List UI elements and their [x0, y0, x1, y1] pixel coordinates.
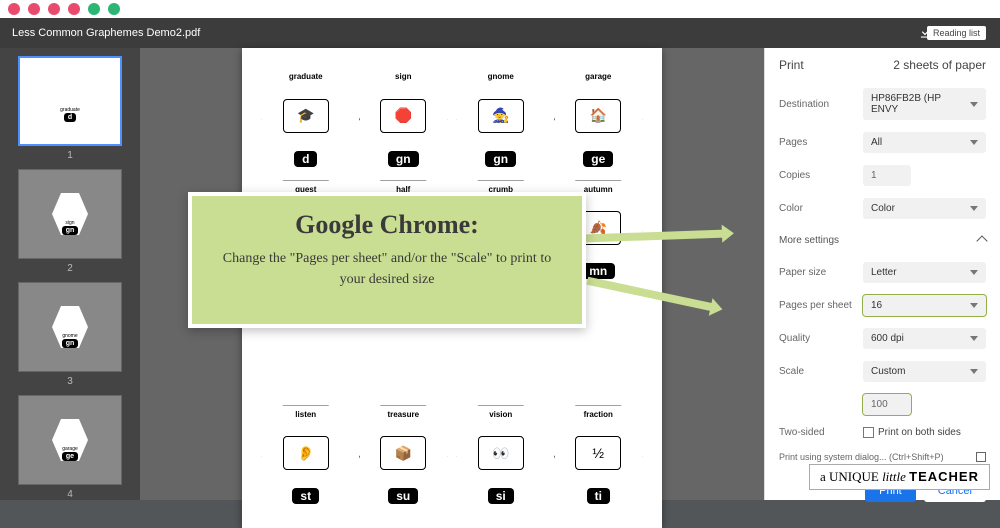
hexagon-card: garage🏠ge [553, 66, 645, 173]
page-thumbnail[interactable]: gnomegn [18, 282, 122, 372]
thumbnail-number: 2 [18, 263, 122, 274]
page-thumbnail[interactable]: signgn [18, 169, 122, 259]
pdf-toolbar: Less Common Graphemes Demo2.pdf [0, 18, 1000, 48]
destination-label: Destination [779, 99, 857, 110]
chevron-down-icon [970, 102, 978, 107]
print-settings-panel: Print 2 sheets of paper Destination HP86F… [764, 48, 1000, 500]
chevron-down-icon [970, 206, 978, 211]
hexagon-card: fraction½ti [553, 404, 645, 511]
external-link-icon [976, 452, 986, 462]
browser-tab[interactable] [8, 3, 20, 15]
reading-list-button[interactable]: Reading list [927, 26, 986, 40]
chevron-down-icon [970, 369, 978, 374]
two-sided-text: Print on both sides [878, 427, 961, 438]
hexagon-card: sign🛑gn [358, 66, 450, 173]
callout-body: Change the "Pages per sheet" and/or the … [214, 248, 560, 290]
paper-size-select[interactable]: Letter [863, 262, 986, 283]
brand-watermark: a UNIQUE little TEACHER [809, 464, 990, 490]
quality-label: Quality [779, 333, 857, 344]
page-thumbnail[interactable]: graduated [18, 56, 122, 146]
pages-per-sheet-select[interactable]: 16 [863, 295, 986, 316]
browser-tab[interactable] [88, 3, 100, 15]
hexagon-card: gnome🧙gn [455, 66, 547, 173]
copies-input[interactable] [863, 165, 911, 186]
quality-select[interactable]: 600 dpi [863, 328, 986, 349]
hexagon-card: listen👂st [260, 404, 352, 511]
pages-per-sheet-label: Pages per sheet [779, 300, 857, 311]
pages-select[interactable]: All [863, 132, 986, 153]
copies-label: Copies [779, 170, 857, 181]
thumbnail-number: 3 [18, 376, 122, 387]
sheet-count: 2 sheets of paper [893, 58, 986, 72]
two-sided-checkbox[interactable] [863, 427, 874, 438]
color-select[interactable]: Color [863, 198, 986, 219]
hexagon-card: vision👀si [455, 404, 547, 511]
two-sided-label: Two-sided [779, 427, 857, 438]
browser-tab[interactable] [108, 3, 120, 15]
pages-label: Pages [779, 137, 857, 148]
browser-tab[interactable] [68, 3, 80, 15]
chevron-down-icon [970, 140, 978, 145]
callout-title: Google Chrome: [214, 210, 560, 240]
more-settings-toggle[interactable]: More settings [765, 225, 1000, 256]
chevron-down-icon [970, 303, 978, 308]
hexagon-card: treasure📦su [358, 404, 450, 511]
destination-select[interactable]: HP86FB2B (HP ENVY [863, 88, 986, 120]
scale-input[interactable] [863, 394, 911, 415]
scale-label: Scale [779, 366, 857, 377]
print-title: Print [779, 58, 804, 72]
thumbnail-number: 1 [18, 150, 122, 161]
browser-tab-strip [0, 0, 1000, 18]
page-thumbnail[interactable]: garagege [18, 395, 122, 485]
scale-select[interactable]: Custom [863, 361, 986, 382]
chevron-down-icon [970, 270, 978, 275]
chevron-down-icon [970, 336, 978, 341]
color-label: Color [779, 203, 857, 214]
browser-tab[interactable] [28, 3, 40, 15]
browser-tab[interactable] [48, 3, 60, 15]
paper-size-label: Paper size [779, 267, 857, 278]
pdf-filename: Less Common Graphemes Demo2.pdf [12, 27, 200, 39]
chevron-up-icon [976, 235, 987, 246]
instruction-callout: Google Chrome: Change the "Pages per she… [188, 192, 586, 328]
thumbnail-sidebar[interactable]: graduated1signgn2gnomegn3garagege4guest [0, 48, 140, 500]
thumbnail-number: 4 [18, 489, 122, 500]
hexagon-card: graduate🎓d [260, 66, 352, 173]
